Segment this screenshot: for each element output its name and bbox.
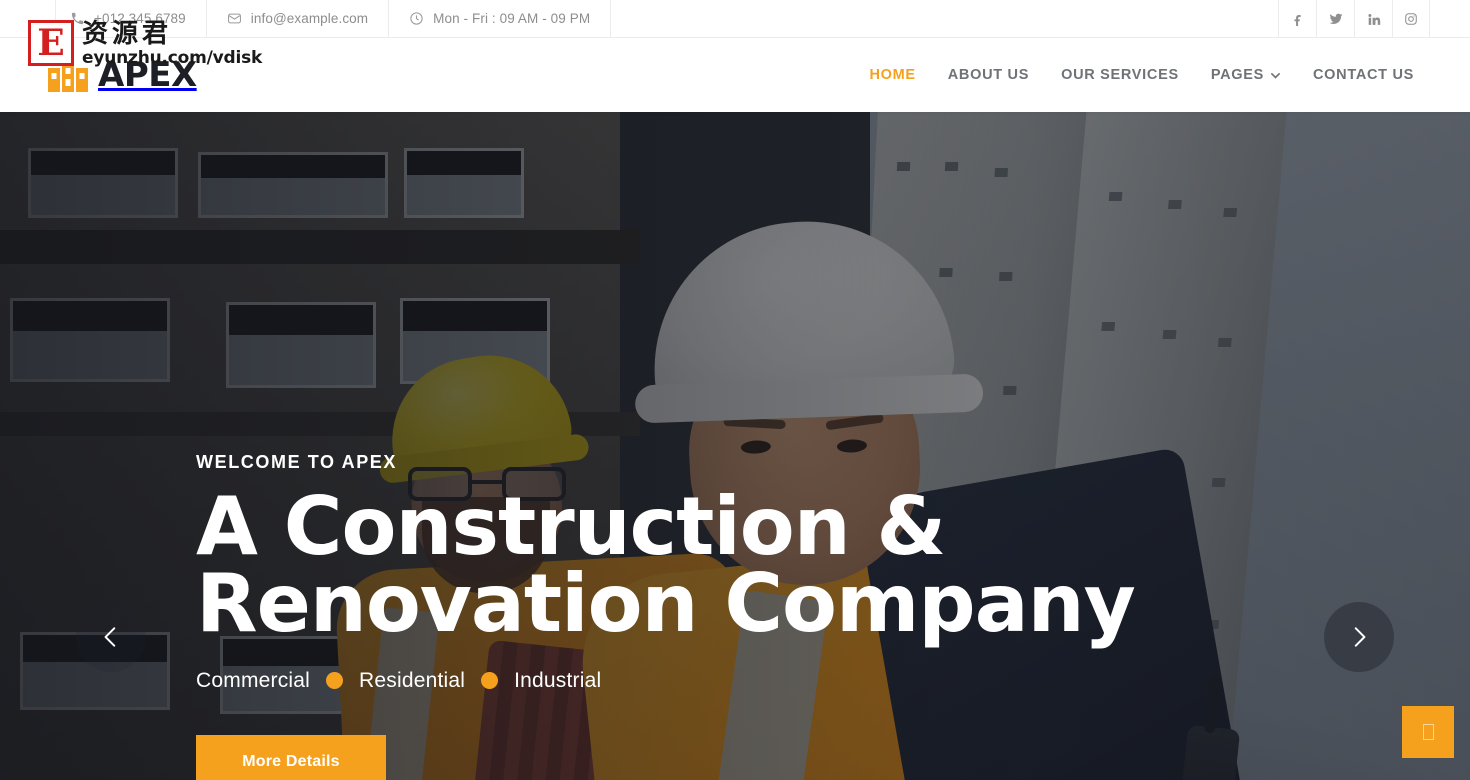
brand-name: APEX xyxy=(98,55,197,95)
nav-item-home[interactable]: HOME xyxy=(853,67,931,83)
envelope-icon xyxy=(227,11,242,26)
twitter-icon xyxy=(1329,12,1343,26)
site-header: APEX HOME ABOUT US OUR SERVICES PAGES CO… xyxy=(0,38,1470,112)
hero-carousel: WELCOME TO APEX A Construction & Renovat… xyxy=(0,112,1470,780)
hero-tag-industrial: Industrial xyxy=(514,668,602,692)
hero-headline: A Construction & Renovation Company xyxy=(196,480,1136,650)
more-details-button[interactable]: More Details xyxy=(196,734,386,780)
hero-content: WELCOME TO APEX A Construction & Renovat… xyxy=(0,112,1470,780)
topbar-hours-text: Mon - Fri : 09 AM - 09 PM xyxy=(433,11,591,26)
clock-icon xyxy=(409,11,424,26)
topbar-hours: Mon - Fri : 09 AM - 09 PM xyxy=(389,0,612,38)
carousel-next-button[interactable] xyxy=(1324,602,1394,672)
nav-item-pages[interactable]: PAGES xyxy=(1195,67,1297,83)
nav-label-home: HOME xyxy=(869,67,916,83)
chevron-left-icon xyxy=(98,624,124,650)
nav-label-contact-us: CONTACT US xyxy=(1313,67,1414,83)
social-link-facebook[interactable] xyxy=(1278,0,1316,38)
top-info-bar: +012 345 6789 info@example.com Mon - Fri… xyxy=(0,0,1470,38)
facebook-icon xyxy=(1291,12,1305,26)
carousel-prev-button[interactable] xyxy=(76,602,146,672)
main-navigation: HOME ABOUT US OUR SERVICES PAGES CONTACT… xyxy=(853,67,1430,83)
dot-separator-icon xyxy=(326,672,344,690)
social-link-instagram[interactable] xyxy=(1392,0,1430,38)
nav-item-contact-us[interactable]: CONTACT US xyxy=(1297,67,1430,83)
nav-label-our-services: OUR SERVICES xyxy=(1061,67,1179,83)
social-links xyxy=(1278,0,1430,38)
topbar-phone-text: +012 345 6789 xyxy=(94,11,186,26)
hero-tag-list: Commercial Residential Industrial xyxy=(196,669,1470,693)
social-link-linkedin[interactable] xyxy=(1354,0,1392,38)
topbar-phone[interactable]: +012 345 6789 xyxy=(55,0,207,38)
brand-logo[interactable]: APEX xyxy=(48,58,197,92)
missing-glyph-icon xyxy=(1422,724,1434,740)
hero-tag-residential: Residential xyxy=(359,668,466,692)
hero-tag-commercial: Commercial xyxy=(196,668,311,692)
topbar-contact-group: +012 345 6789 info@example.com Mon - Fri… xyxy=(55,0,612,38)
nav-item-our-services[interactable]: OUR SERVICES xyxy=(1045,67,1195,83)
linkedin-icon xyxy=(1367,12,1381,26)
nav-label-pages: PAGES xyxy=(1210,67,1265,83)
topbar-email-text: info@example.com xyxy=(250,11,369,26)
nav-item-about-us[interactable]: ABOUT US xyxy=(932,67,1045,83)
hero-eyebrow: WELCOME TO APEX xyxy=(196,452,398,472)
factory-building-icon xyxy=(48,58,88,92)
phone-icon xyxy=(70,11,85,26)
dot-separator-icon xyxy=(481,672,499,690)
social-link-twitter[interactable] xyxy=(1316,0,1354,38)
floating-action-button[interactable] xyxy=(1402,706,1454,758)
chevron-right-icon xyxy=(1346,624,1372,650)
instagram-icon xyxy=(1404,12,1418,26)
nav-label-about-us: ABOUT US xyxy=(947,67,1030,83)
topbar-email[interactable]: info@example.com xyxy=(207,0,390,38)
chevron-down-icon xyxy=(1270,70,1281,81)
